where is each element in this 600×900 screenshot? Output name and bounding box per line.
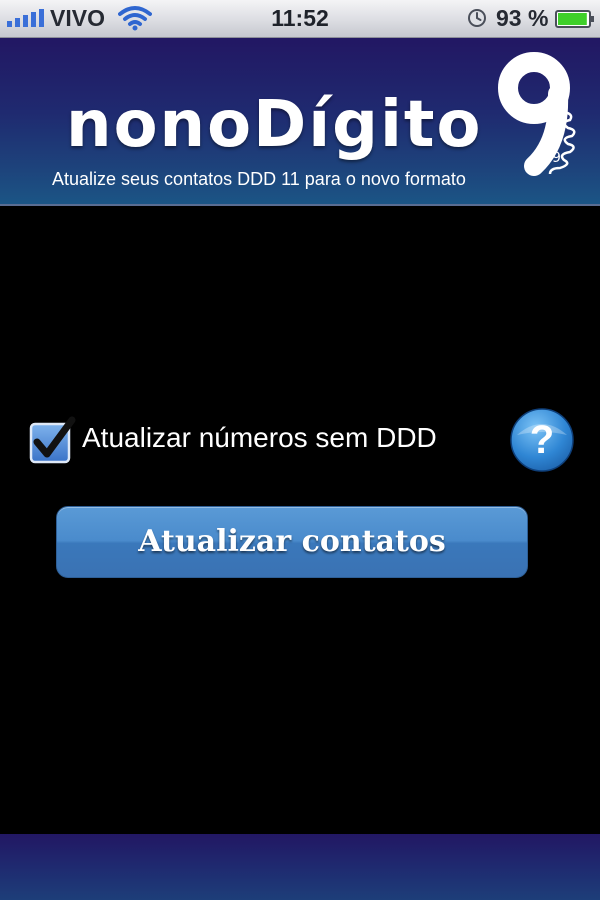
alarm-clock-icon	[468, 9, 486, 27]
app-logo-text: nonoDígito	[66, 88, 483, 162]
nine-digit-phone-cord-logo: 9	[498, 52, 576, 176]
svg-text:9: 9	[552, 150, 561, 166]
battery-percentage: 93 %	[496, 5, 549, 31]
update-contacts-button[interactable]: Atualizar contatos	[56, 506, 528, 578]
app-tagline: Atualize seus contatos DDD 11 para o nov…	[52, 169, 466, 189]
bottom-toolbar	[0, 834, 600, 900]
app-header-banner: nonoDígito 9 Atualize seus contatos DDD …	[0, 38, 600, 206]
update-without-ddd-label: Atualizar números sem DDD	[82, 422, 437, 453]
battery-icon	[555, 10, 594, 28]
help-button[interactable]: ?	[509, 407, 575, 473]
update-without-ddd-checkbox[interactable]	[28, 416, 76, 464]
status-bar: VIVO 11:52 93 %	[0, 0, 600, 38]
question-mark-icon: ?	[530, 418, 554, 462]
